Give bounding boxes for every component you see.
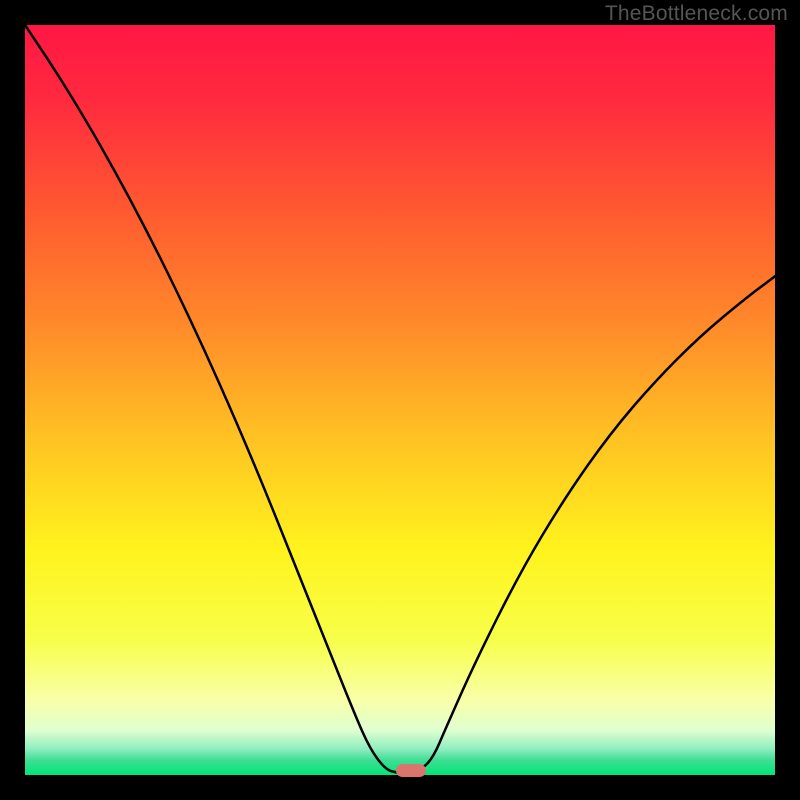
minimum-marker xyxy=(396,764,426,777)
attribution-text: TheBottleneck.com xyxy=(605,2,788,26)
bottleneck-curve xyxy=(25,25,775,775)
plot-area xyxy=(25,25,775,775)
chart-container: TheBottleneck.com xyxy=(0,0,800,800)
